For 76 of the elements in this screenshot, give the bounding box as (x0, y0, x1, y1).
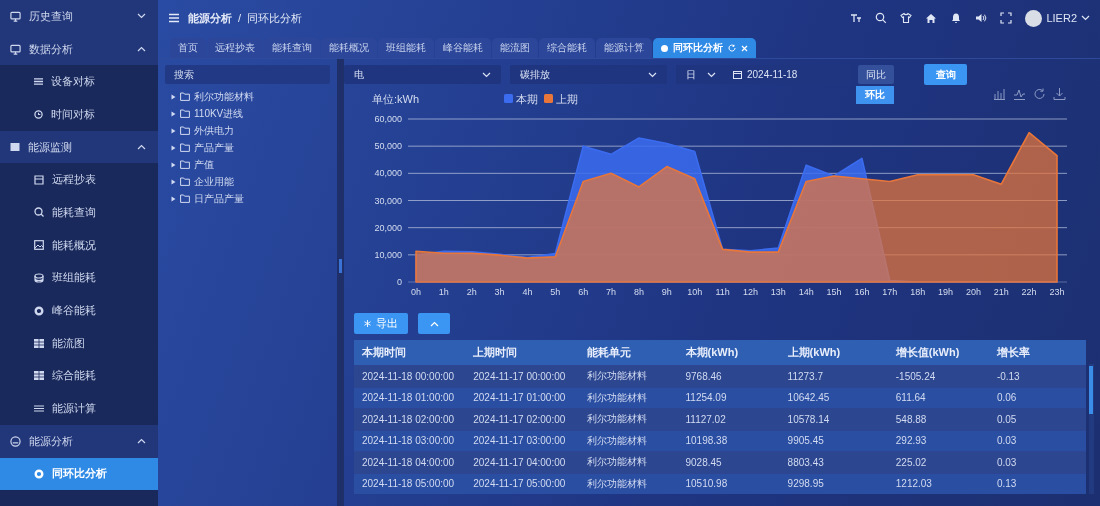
table-cell: 2024-11-17 01:00:00 (465, 387, 580, 409)
breadcrumb-separator: / (238, 12, 242, 24)
x-tick-label: 14h (798, 287, 814, 297)
x-tick-label: 17h (882, 287, 898, 297)
table-cell: 10578.14 (779, 408, 888, 430)
table-cell: 10510.98 (677, 473, 780, 494)
table-cell: -1505.24 (887, 365, 989, 387)
x-tick-label: 1h (438, 287, 449, 297)
table-cell: 2024-11-17 03:00:00 (465, 430, 580, 452)
table-cell: 利尔功能材料 (579, 473, 678, 494)
y-tick-label: 20,000 (374, 222, 402, 233)
table-cell: 2024-11-18 00:00:00 (354, 365, 466, 387)
x-tick-label: 9h (661, 287, 672, 297)
x-tick-label: 5h (550, 287, 561, 297)
table-cell: 9028.45 (677, 451, 780, 473)
y-tick-label: 50,000 (374, 141, 402, 152)
table-cell: 2024-11-18 04:00:00 (354, 451, 466, 473)
table-cell: 利尔功能材料 (579, 430, 678, 452)
table-cell: 利尔功能材料 (579, 365, 678, 387)
x-tick-label: 11h (715, 287, 730, 297)
x-tick-label: 2h (466, 287, 477, 297)
x-tick-label: 6h (578, 287, 589, 297)
table-cell: 2024-11-17 05:00:00 (465, 473, 580, 494)
x-tick-label: 19h (938, 287, 954, 297)
table-cell: 2024-11-17 00:00:00 (465, 365, 580, 387)
table-cell: 0.03 (988, 451, 1086, 473)
y-tick-label: 0 (397, 277, 402, 287)
table-cell: 292.93 (887, 430, 989, 452)
table-cell: 0.06 (988, 387, 1086, 409)
x-tick-label: 8h (633, 287, 644, 297)
table-cell: -0.13 (988, 365, 1086, 387)
x-tick-label: 3h (494, 287, 505, 297)
table-cell: 9768.46 (677, 365, 780, 387)
table-cell: 11254.09 (677, 387, 780, 409)
table-cell: 11127.02 (677, 408, 780, 430)
table-cell: 1212.03 (887, 473, 989, 494)
table-cell: 2024-11-18 01:00:00 (354, 387, 466, 409)
table-cell: 611.64 (887, 387, 989, 409)
table-cell: 9905.45 (779, 430, 888, 452)
table-cell: 2024-11-18 02:00:00 (354, 408, 466, 430)
table-cell: 2024-11-17 02:00:00 (465, 408, 580, 430)
table-cell: 2024-11-18 03:00:00 (354, 430, 466, 452)
table-cell: 8803.43 (779, 451, 888, 473)
table-cell: 利尔功能材料 (579, 451, 678, 473)
x-tick-label: 16h (854, 287, 870, 297)
table-cell: 0.13 (988, 473, 1086, 494)
table-cell: 0.03 (988, 430, 1086, 452)
y-axis-unit: 单位:kWh (372, 93, 420, 105)
table-cell: 9298.95 (779, 473, 888, 494)
x-tick-label: 23h (1049, 287, 1065, 297)
x-tick-label: 18h (910, 287, 926, 297)
y-tick-label: 40,000 (374, 168, 402, 179)
x-tick-label: 15h (826, 287, 842, 297)
y-tick-label: 60,000 (374, 114, 402, 124)
table-cell: 10198.38 (677, 430, 780, 452)
x-tick-label: 4h (522, 287, 533, 297)
table-cell: 0.05 (988, 408, 1086, 430)
x-tick-label: 12h (742, 287, 758, 297)
table-cell: 2024-11-18 05:00:00 (354, 473, 466, 494)
table-cell: 10642.45 (779, 387, 888, 409)
y-tick-label: 30,000 (374, 195, 402, 206)
table-cell: 548.88 (887, 408, 989, 430)
table-cell: 11273.7 (779, 365, 888, 387)
table-cell: 利尔功能材料 (579, 408, 678, 430)
y-tick-label: 10,000 (374, 249, 402, 260)
table-cell: 利尔功能材料 (579, 387, 678, 409)
x-tick-label: 22h (1021, 287, 1037, 297)
x-tick-label: 21h (993, 287, 1009, 297)
x-tick-label: 0h (411, 287, 421, 297)
breadcrumb-item: 同环比分析 (247, 10, 303, 26)
x-tick-label: 20h (965, 287, 981, 297)
table-cell: 225.02 (887, 451, 989, 473)
x-tick-label: 7h (606, 287, 617, 297)
x-tick-label: 13h (770, 287, 786, 297)
table-cell: 2024-11-17 04:00:00 (465, 451, 580, 473)
x-tick-label: 10h (687, 287, 703, 297)
